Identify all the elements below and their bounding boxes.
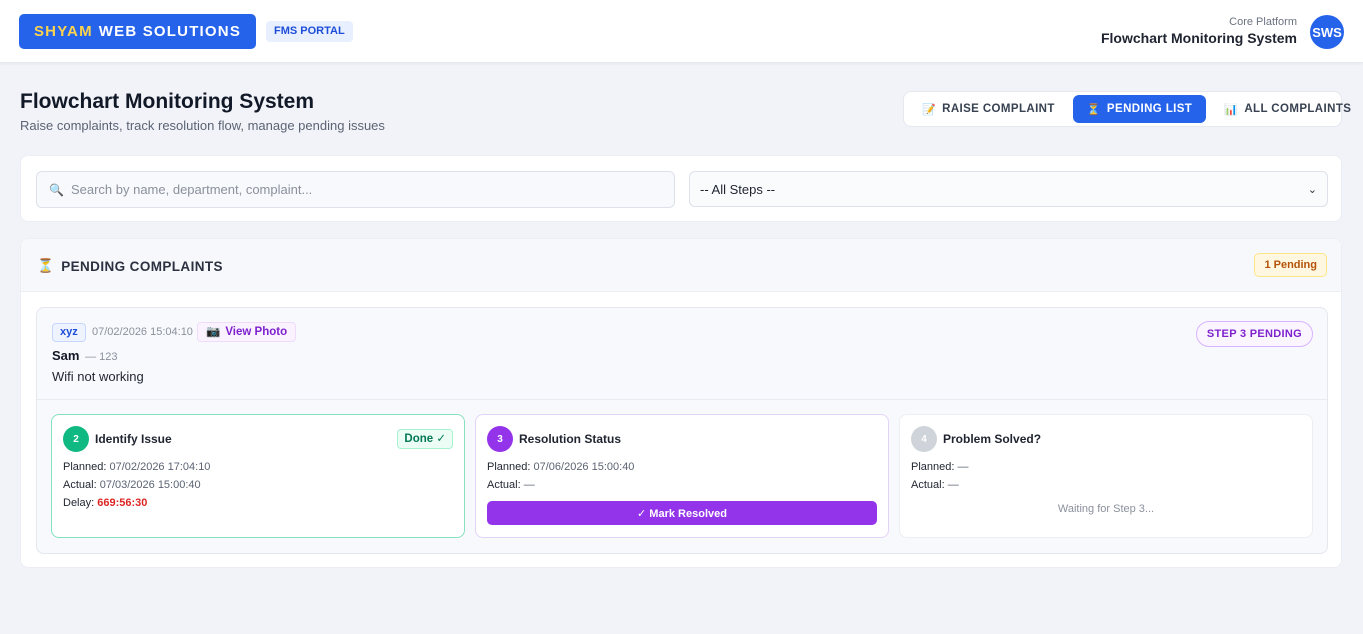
department-tag: xyz (52, 323, 86, 342)
actual-row: Actual: 07/03/2026 15:00:40 (63, 479, 201, 491)
view-photo-button[interactable]: 📷 View Photo (197, 322, 297, 342)
planned-row: Planned: — (911, 461, 969, 473)
tab-label: PENDING LIST (1106, 103, 1193, 115)
search-input[interactable]: 🔍 Search by name, department, complaint.… (36, 171, 675, 208)
panel-title-text: PENDING COMPLAINTS (61, 258, 223, 274)
platform-info: Core Platform Flowchart Monitoring Syste… (1101, 16, 1297, 46)
step-card-resolution-status: 3 Resolution Status Planned: 07/06/2026 … (475, 414, 889, 538)
tab-label: ALL COMPLAINTS (1244, 103, 1352, 115)
hourglass-icon: ⏳ (1086, 103, 1101, 116)
memo-icon: 📝 (922, 103, 937, 116)
actual-value: — (523, 479, 535, 491)
chart-icon: 📊 (1224, 103, 1239, 116)
planned-value: 07/06/2026 15:00:40 (533, 461, 635, 473)
waiting-message: Waiting for Step 3... (1057, 503, 1155, 515)
planned-row: Planned: 07/06/2026 15:00:40 (487, 461, 634, 473)
step-number: 2 (63, 426, 89, 452)
actual-label: Actual: (487, 479, 521, 491)
pending-complaints-panel: ⏳ PENDING COMPLAINTS 1 Pending xyz 07/02… (20, 238, 1342, 568)
complaint-card: xyz 07/02/2026 15:04:10 📷 View Photo Sam… (36, 307, 1328, 554)
portal-badge: FMS PORTAL (266, 21, 353, 42)
view-photo-label: View Photo (225, 326, 288, 338)
complainant-id: — 123 (85, 351, 118, 363)
complaint-text: Wifi not working (52, 369, 144, 384)
filter-panel: 🔍 Search by name, department, complaint.… (20, 155, 1342, 222)
chevron-down-icon: ⌄ (1307, 183, 1317, 196)
complainant-name: Sam (52, 348, 80, 363)
planned-value: — (957, 461, 969, 473)
delay-label: Delay: (63, 497, 95, 509)
main-nav: 📝 RAISE COMPLAINT ⏳ PENDING LIST 📊 ALL C… (903, 91, 1351, 127)
step-card-identify-issue: 2 Identify Issue Done ✓ Planned: 07/02/2… (51, 414, 465, 538)
actual-label: Actual: (911, 479, 945, 491)
search-icon: 🔍 (49, 182, 64, 197)
done-badge: Done ✓ (397, 429, 453, 449)
planned-row: Planned: 07/02/2026 17:04:10 (63, 461, 210, 473)
mark-resolved-button[interactable]: ✓ Mark Resolved (487, 501, 877, 525)
planned-label: Planned: (487, 461, 531, 473)
brand-logo[interactable]: SHYAM WEB SOLUTIONS (19, 14, 256, 49)
delay-row: Delay: 669:56:30 (63, 497, 147, 509)
search-placeholder: Search by name, department, complaint... (70, 182, 313, 197)
platform-sub: Core Platform (1229, 16, 1297, 28)
planned-label: Planned: (63, 461, 107, 473)
actual-value: — (947, 479, 959, 491)
page-title: Flowchart Monitoring System (20, 90, 315, 113)
page-subtitle: Raise complaints, track resolution flow,… (20, 118, 385, 133)
complaint-summary: xyz 07/02/2026 15:04:10 📷 View Photo Sam… (37, 308, 1327, 400)
delay-value: 669:56:30 (97, 497, 148, 509)
status-badge: STEP 3 PENDING (1195, 321, 1313, 347)
step-title: Problem Solved? (943, 432, 1042, 446)
step-number: 4 (911, 426, 937, 452)
step-filter-select[interactable]: -- All Steps -- ⌄ (689, 171, 1328, 207)
step-title: Resolution Status (519, 432, 622, 446)
actual-value: 07/03/2026 15:00:40 (99, 479, 201, 491)
platform-title: Flowchart Monitoring System (1100, 30, 1297, 46)
step-title: Identify Issue (95, 432, 172, 446)
planned-label: Planned: (911, 461, 955, 473)
step-number: 3 (487, 426, 513, 452)
panel-header: ⏳ PENDING COMPLAINTS 1 Pending (21, 239, 1341, 292)
complaint-timestamp: 07/02/2026 15:04:10 (92, 326, 193, 338)
complainant-line: Sam — 123 (52, 348, 118, 363)
actual-label: Actual: (63, 479, 97, 491)
pending-count-badge: 1 Pending (1254, 253, 1327, 277)
tab-label: RAISE COMPLAINT (942, 103, 1055, 115)
step-card-problem-solved: 4 Problem Solved? Planned: — Actual: — W… (899, 414, 1313, 538)
hourglass-icon: ⏳ (37, 258, 55, 273)
top-bar: SHYAM WEB SOLUTIONS FMS PORTAL Core Plat… (0, 0, 1363, 63)
actual-row: Actual: — (911, 479, 959, 491)
tab-pending-list[interactable]: ⏳ PENDING LIST (1072, 95, 1207, 123)
planned-value: 07/02/2026 17:04:10 (109, 461, 211, 473)
brand-name: WEB SOLUTIONS (98, 23, 242, 40)
step-filter-value: -- All Steps -- (700, 181, 776, 197)
avatar[interactable]: SWS (1310, 15, 1344, 49)
panel-title: ⏳ PENDING COMPLAINTS (37, 258, 223, 274)
tab-all-complaints[interactable]: 📊 ALL COMPLAINTS (1210, 95, 1363, 123)
actual-row: Actual: — (487, 479, 535, 491)
brand-highlight: SHYAM (33, 23, 93, 40)
camera-icon: 📷 (206, 326, 221, 338)
tab-raise-complaint[interactable]: 📝 RAISE COMPLAINT (908, 95, 1069, 123)
